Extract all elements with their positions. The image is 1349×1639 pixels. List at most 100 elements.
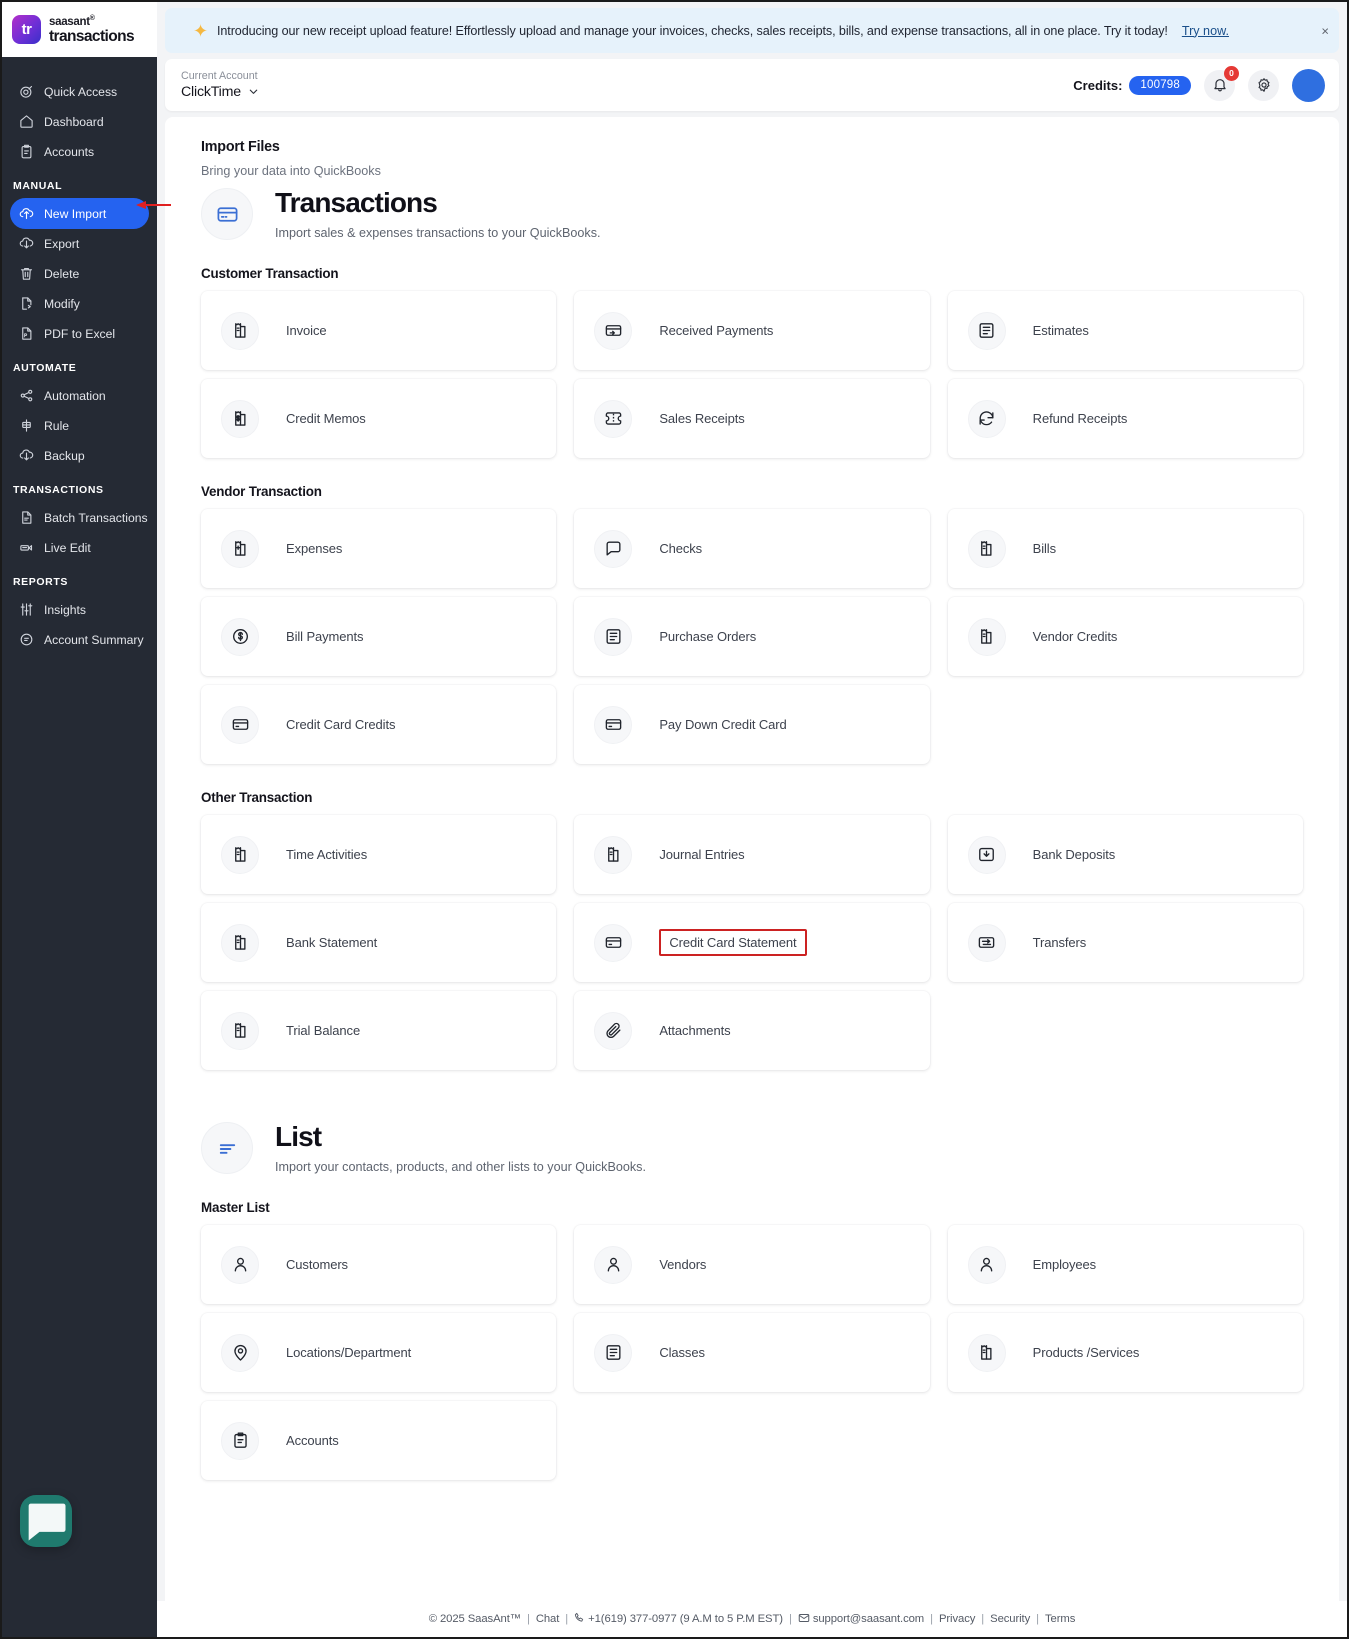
sidebar-item-pdf-to-excel[interactable]: PDF to Excel bbox=[11, 319, 148, 348]
card-label: Bank Statement bbox=[286, 935, 378, 950]
sidebar-item-label: Quick Access bbox=[44, 84, 118, 99]
sidebar-item-insights[interactable]: Insights bbox=[11, 595, 148, 624]
footer-phone: +1(619) 377-0977 (9 A.M to 5 P.M EST) bbox=[588, 1613, 783, 1625]
list-hero-desc: Import your contacts, products, and othe… bbox=[275, 1159, 646, 1174]
settings-button[interactable] bbox=[1248, 69, 1279, 101]
card-customers[interactable]: Customers bbox=[201, 1225, 557, 1304]
card-label: Bills bbox=[1032, 541, 1056, 556]
credits-label: Credits: bbox=[1073, 77, 1123, 93]
card-pay-down-credit-card[interactable]: Pay Down Credit Card bbox=[574, 685, 930, 764]
card-label: Attachments bbox=[659, 1023, 731, 1038]
sidebar-item-quick-access[interactable]: Quick Access bbox=[11, 77, 148, 106]
brand-name-top: saasant bbox=[49, 15, 90, 28]
sidebar-item-backup[interactable]: Backup bbox=[11, 441, 148, 470]
card-accounts[interactable]: Accounts bbox=[201, 1401, 557, 1480]
pdf-file-icon bbox=[19, 326, 34, 341]
sidebar-item-accounts[interactable]: Accounts bbox=[11, 137, 148, 166]
sidebar-item-batch-transactions[interactable]: Batch Transactions bbox=[11, 503, 148, 532]
card-attachments[interactable]: Attachments bbox=[574, 991, 930, 1070]
card-products-services[interactable]: Products /Services bbox=[947, 1313, 1303, 1392]
transactions-hero-desc: Import sales & expenses transactions to … bbox=[275, 225, 601, 240]
footer-terms-link[interactable]: Terms bbox=[1045, 1613, 1075, 1625]
notifications-button[interactable]: 0 bbox=[1204, 65, 1239, 101]
card-refund-receipts[interactable]: Refund Receipts bbox=[947, 379, 1303, 458]
clipboard-icon bbox=[221, 1421, 259, 1460]
receipt-icon bbox=[594, 835, 633, 874]
upload-cloud-icon bbox=[19, 206, 34, 221]
card-bank-deposits[interactable]: Bank Deposits bbox=[947, 815, 1303, 894]
card-invoice[interactable]: Invoice bbox=[201, 291, 557, 370]
card-label: Invoice bbox=[286, 323, 327, 338]
card-estimates[interactable]: Estimates bbox=[947, 291, 1303, 370]
person-icon bbox=[967, 1245, 1006, 1284]
card-bills[interactable]: Bills bbox=[947, 509, 1303, 588]
brand-logo-area[interactable]: tr saasant® transactions bbox=[2, 2, 157, 57]
card-bill-payments[interactable]: Bill Payments bbox=[201, 597, 557, 676]
summary-icon bbox=[19, 632, 34, 647]
card-credit-card-credits[interactable]: Credit Card Credits bbox=[201, 685, 557, 764]
card-label: Pay Down Credit Card bbox=[659, 717, 787, 732]
sidebar-item-label: New Import bbox=[44, 206, 107, 221]
footer-separator: | bbox=[526, 1613, 530, 1625]
sidebar-item-dashboard[interactable]: Dashboard bbox=[11, 107, 148, 136]
promo-banner-text: Introducing our new receipt upload featu… bbox=[217, 23, 1168, 38]
saasant-logo-mark: tr bbox=[12, 15, 41, 44]
card-purchase-orders[interactable]: Purchase Orders bbox=[574, 597, 930, 676]
promo-banner-link[interactable]: Try now. bbox=[1182, 24, 1229, 38]
footer-privacy-link[interactable]: Privacy bbox=[939, 1613, 975, 1625]
list-hero-title: List bbox=[275, 1121, 322, 1153]
chat-bubble-icon bbox=[28, 1503, 66, 1541]
download-cloud-icon bbox=[19, 236, 34, 251]
home-icon bbox=[19, 114, 34, 129]
account-selector-label: Current Account bbox=[181, 70, 258, 83]
footer: © 2025 SaasAnt™ | Chat | +1(619) 377-097… bbox=[157, 1601, 1347, 1637]
card-received-payments[interactable]: Received Payments bbox=[574, 291, 930, 370]
document-icon bbox=[19, 510, 34, 525]
promo-banner: ✦ Introducing our new receipt upload fea… bbox=[165, 8, 1339, 53]
card-credit-card-statement[interactable]: Credit Card Statement bbox=[574, 903, 930, 982]
card-vendor-credits[interactable]: Vendor Credits bbox=[947, 597, 1303, 676]
transfer-icon bbox=[967, 923, 1006, 962]
card-vendors[interactable]: Vendors bbox=[574, 1225, 930, 1304]
card-bank-statement[interactable]: Bank Statement bbox=[201, 903, 557, 982]
card-journal-entries[interactable]: Journal Entries bbox=[574, 815, 930, 894]
avatar[interactable] bbox=[1292, 68, 1325, 102]
card-classes[interactable]: Classes bbox=[574, 1313, 930, 1392]
card-locations-department[interactable]: Locations/Department bbox=[201, 1313, 557, 1392]
sidebar-item-automation[interactable]: Automation bbox=[11, 381, 148, 410]
footer-chat-link[interactable]: Chat bbox=[536, 1613, 560, 1625]
card-trial-balance[interactable]: Trial Balance bbox=[201, 991, 557, 1070]
account-selector-value: ClickTime bbox=[181, 83, 241, 100]
sidebar-group-reports: REPORTS bbox=[13, 576, 68, 588]
sidebar-group-transactions: TRANSACTIONS bbox=[13, 484, 104, 496]
footer-separator: | bbox=[565, 1613, 569, 1625]
sidebar-item-account-summary[interactable]: Account Summary bbox=[11, 625, 148, 654]
footer-email-link[interactable]: support@saasant.com bbox=[813, 1613, 924, 1625]
credit-card-icon bbox=[201, 188, 253, 240]
account-selector[interactable]: Current Account ClickTime bbox=[181, 70, 259, 99]
customer-transaction-grid: Invoice Received Payments Estimates Cred… bbox=[201, 291, 1303, 458]
sidebar-item-live-edit[interactable]: Live Edit bbox=[11, 533, 148, 562]
sidebar-item-rule[interactable]: Rule bbox=[11, 411, 148, 440]
card-transfers[interactable]: Transfers bbox=[947, 903, 1303, 982]
card-checks[interactable]: Checks bbox=[574, 509, 930, 588]
footer-security-link[interactable]: Security bbox=[990, 1613, 1030, 1625]
card-expenses[interactable]: Expenses bbox=[201, 509, 557, 588]
sidebar-item-delete[interactable]: Delete bbox=[11, 259, 148, 288]
sidebar-item-export[interactable]: Export bbox=[11, 229, 148, 258]
sidebar-item-new-import[interactable]: New Import bbox=[11, 199, 148, 228]
card-employees[interactable]: Employees bbox=[947, 1225, 1303, 1304]
sidebar-group-automate: AUTOMATE bbox=[13, 362, 77, 374]
card-label: Bank Deposits bbox=[1032, 847, 1116, 862]
sidebar: tr saasant® transactions Quick Access Da… bbox=[2, 2, 171, 1637]
sidebar-item-modify[interactable]: Modify bbox=[11, 289, 148, 318]
bell-icon bbox=[1213, 79, 1226, 92]
card-credit-memos[interactable]: Credit Memos bbox=[201, 379, 557, 458]
footer-copyright: © 2025 SaasAnt™ bbox=[428, 1613, 521, 1625]
transactions-hero: Transactions Import sales & expenses tra… bbox=[201, 187, 1303, 240]
chat-widget-button[interactable] bbox=[20, 1495, 72, 1547]
card-placeholder bbox=[948, 1401, 1303, 1480]
card-time-activities[interactable]: Time Activities bbox=[201, 815, 557, 894]
card-sales-receipts[interactable]: Sales Receipts bbox=[574, 379, 930, 458]
close-icon[interactable]: × bbox=[1321, 24, 1329, 37]
